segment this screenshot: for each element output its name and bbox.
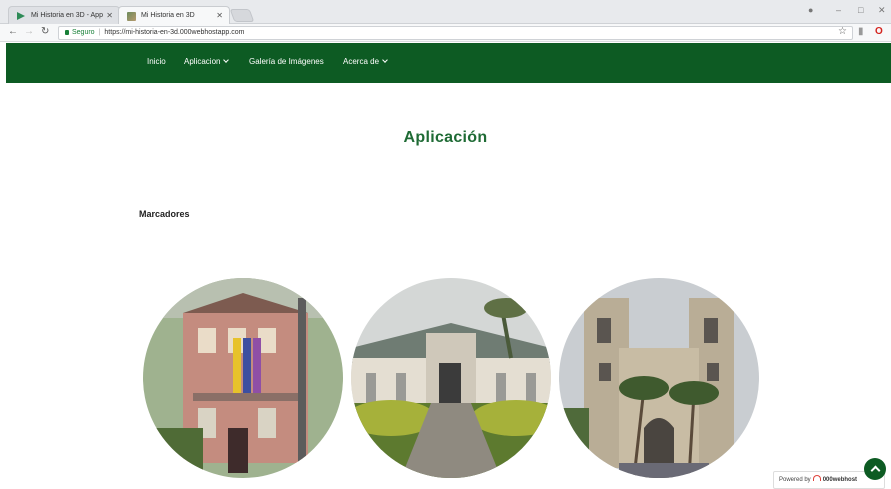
url-text: https://mi-historia-en-3d.000webhostapp.… bbox=[104, 29, 245, 36]
opera-icon[interactable]: O bbox=[875, 26, 883, 37]
close-tab-icon[interactable]: ✕ bbox=[216, 7, 223, 25]
close-tab-icon[interactable]: ✕ bbox=[106, 7, 113, 25]
powered-by-label: Powered by bbox=[779, 477, 811, 483]
back-icon[interactable]: ← bbox=[8, 26, 18, 37]
separator: | bbox=[98, 29, 101, 36]
site-navbar: Inicio Aplicacion Galería de Imágenes Ac… bbox=[6, 43, 891, 83]
nav-item-inicio[interactable]: Inicio bbox=[147, 57, 166, 66]
chevron-down-icon bbox=[223, 57, 230, 63]
address-bar[interactable]: Seguro | https://mi-historia-en-3d.000webh… bbox=[58, 26, 853, 40]
chevron-down-icon bbox=[382, 57, 388, 63]
section-title: Marcadores bbox=[139, 209, 190, 219]
browser-tab-1[interactable]: Mi Historia en 3D - App ✕ bbox=[8, 6, 120, 24]
lock-icon bbox=[65, 30, 69, 35]
site-favicon-icon bbox=[127, 12, 136, 21]
webhost-logo-icon bbox=[812, 475, 821, 481]
scroll-to-top-button[interactable] bbox=[864, 458, 886, 480]
play-store-icon bbox=[17, 12, 25, 20]
forward-icon[interactable]: → bbox=[24, 26, 34, 37]
tab-title: Mi Historia en 3D bbox=[141, 12, 195, 19]
nav-item-label: Galería de Imágenes bbox=[249, 57, 324, 66]
minimize-icon[interactable]: – bbox=[836, 5, 841, 15]
reload-icon[interactable]: ↻ bbox=[41, 26, 49, 37]
restore-icon[interactable]: □ bbox=[858, 5, 863, 15]
nav-item-aplicacion[interactable]: Aplicacion bbox=[184, 57, 230, 66]
security-label: Seguro bbox=[72, 29, 95, 36]
nav-item-label: Acerca de bbox=[343, 57, 380, 66]
powered-by-brand: 000webhost bbox=[822, 477, 858, 483]
extension-icon[interactable]: ▮ bbox=[858, 26, 864, 37]
nav-item-label: Aplicacion bbox=[184, 57, 221, 66]
page-title: Aplicación bbox=[403, 129, 488, 146]
star-icon[interactable]: ☆ bbox=[838, 26, 847, 37]
nav-item-acerca[interactable]: Acerca de bbox=[343, 57, 388, 66]
nav-item-galeria[interactable]: Galería de Imágenes bbox=[249, 57, 324, 66]
account-icon[interactable]: ● bbox=[808, 5, 813, 15]
tab-title: Mi Historia en 3D - App bbox=[31, 12, 103, 19]
close-window-icon[interactable]: ✕ bbox=[878, 5, 886, 16]
new-tab-button[interactable] bbox=[229, 9, 255, 22]
browser-toolbar: ← → ↻ Seguro | https://mi-historia-en-3d.0… bbox=[0, 24, 891, 42]
marker-image-building[interactable] bbox=[143, 278, 343, 478]
browser-tab-strip: Mi Historia en 3D - App ✕ Mi Historia en… bbox=[0, 0, 891, 24]
nav-item-label: Inicio bbox=[147, 57, 166, 66]
marker-image-house[interactable] bbox=[351, 278, 551, 478]
marker-image-cathedral[interactable] bbox=[559, 278, 759, 478]
browser-tab-2[interactable]: Mi Historia en 3D ✕ bbox=[118, 6, 230, 24]
